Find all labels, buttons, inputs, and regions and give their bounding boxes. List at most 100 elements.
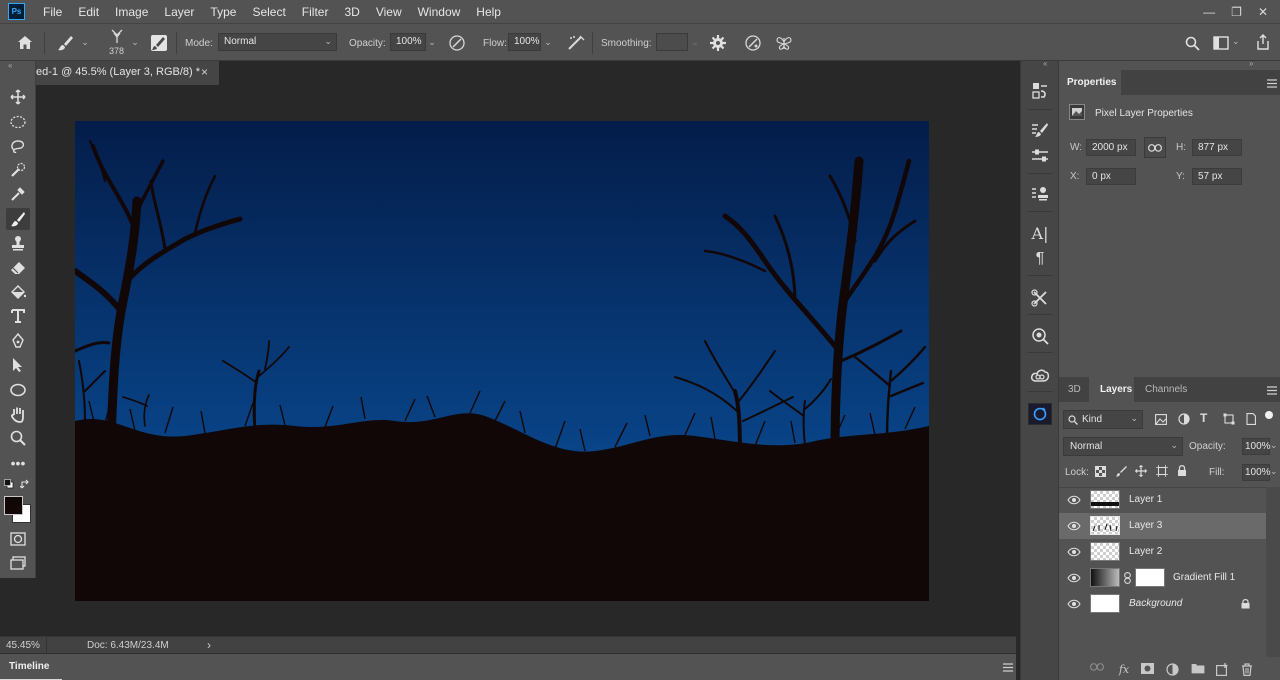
- menu-type[interactable]: Type: [202, 5, 244, 19]
- panel-menu-icon[interactable]: [1267, 79, 1277, 88]
- close-window-button[interactable]: ✕: [1258, 5, 1268, 19]
- more-tools-icon[interactable]: •••: [6, 452, 30, 474]
- swap-colors-icon[interactable]: [20, 479, 31, 490]
- layer-filter-select[interactable]: Kind ⌄: [1063, 410, 1143, 429]
- smoothing-dropdown-icon[interactable]: ⌄: [689, 33, 701, 51]
- fill-input[interactable]: 100%: [1242, 464, 1271, 481]
- close-tab-icon[interactable]: ×: [201, 65, 208, 79]
- visibility-eye-icon[interactable]: [1067, 520, 1081, 532]
- cc-sync-icon[interactable]: [1028, 403, 1052, 425]
- zoom-tool-icon[interactable]: [6, 427, 30, 449]
- menu-select[interactable]: Select: [244, 5, 293, 19]
- lock-image-pixels-icon[interactable]: [1115, 465, 1127, 477]
- navigator-icon[interactable]: [1028, 324, 1052, 348]
- menu-layer[interactable]: Layer: [156, 5, 202, 19]
- layers-scrollbar[interactable]: [1266, 487, 1280, 657]
- brush-preset-icon[interactable]: [56, 34, 74, 52]
- opacity-dropdown-icon[interactable]: ⌄: [426, 33, 438, 51]
- timeline-tab[interactable]: Timeline: [9, 661, 49, 672]
- layer-style-fx-icon[interactable]: fx: [1117, 663, 1131, 677]
- type-tool-icon[interactable]: [6, 305, 30, 327]
- layer-row-gradient-fill-1[interactable]: Gradient Fill 1: [1059, 565, 1266, 591]
- layer-name[interactable]: Layer 1: [1129, 494, 1162, 505]
- brush-preset-dropdown-icon[interactable]: ⌄: [79, 33, 91, 51]
- quick-selection-tool-icon[interactable]: [6, 159, 30, 181]
- layer-mask-thumbnail[interactable]: [1135, 568, 1165, 587]
- gear-icon[interactable]: [710, 35, 726, 51]
- menu-file[interactable]: File: [35, 5, 70, 19]
- layer-name[interactable]: Layer 2: [1129, 546, 1162, 557]
- toggle-brush-panel-icon[interactable]: [150, 34, 168, 52]
- visibility-eye-icon[interactable]: [1067, 494, 1081, 506]
- collapse-panels-icon[interactable]: »: [1249, 59, 1253, 68]
- layer-name[interactable]: Background: [1129, 598, 1182, 609]
- filter-toggle-switch[interactable]: [1265, 411, 1273, 419]
- layer-opacity-dropdown-icon[interactable]: ⌄: [1270, 440, 1278, 451]
- lock-transparent-pixels-icon[interactable]: [1095, 466, 1106, 477]
- eyedropper-tool-icon[interactable]: [6, 183, 30, 205]
- panel-menu-icon[interactable]: [1003, 663, 1013, 672]
- height-input[interactable]: 877 px: [1192, 139, 1242, 156]
- flow-dropdown-icon[interactable]: ⌄: [542, 33, 554, 51]
- collapse-toolbar-icon[interactable]: «: [8, 61, 12, 70]
- brush-size-dropdown-icon[interactable]: ⌄: [129, 33, 141, 51]
- hand-tool-icon[interactable]: [6, 403, 30, 425]
- brush-settings-icon[interactable]: [1028, 118, 1052, 142]
- filter-adjustment-icon[interactable]: [1178, 413, 1190, 425]
- workspace-dropdown-icon[interactable]: ⌄: [1232, 36, 1240, 47]
- visibility-eye-icon[interactable]: [1067, 572, 1081, 584]
- x-position-input[interactable]: 0 px: [1086, 168, 1136, 185]
- chain-link-icon[interactable]: [1124, 572, 1131, 584]
- history-icon[interactable]: [1028, 79, 1052, 103]
- menu-edit[interactable]: Edit: [70, 5, 107, 19]
- blend-mode-select[interactable]: Normal ⌄: [1063, 437, 1183, 456]
- artwork-canvas[interactable]: [75, 121, 929, 601]
- tab-channels[interactable]: Channels: [1137, 377, 1197, 402]
- filter-smart-object-icon[interactable]: [1246, 413, 1256, 425]
- default-colors-icon[interactable]: [4, 479, 14, 489]
- lasso-tool-icon[interactable]: [6, 135, 30, 157]
- menu-filter[interactable]: Filter: [294, 5, 337, 19]
- menu-3d[interactable]: 3D: [336, 5, 367, 19]
- ellipse-tool-icon[interactable]: [6, 379, 30, 401]
- new-group-folder-icon[interactable]: [1191, 663, 1205, 677]
- paint-bucket-tool-icon[interactable]: [6, 281, 30, 303]
- tab-3d[interactable]: 3D: [1059, 377, 1089, 402]
- adjustments-sliders-icon[interactable]: [1028, 144, 1052, 168]
- flow-input[interactable]: 100%: [508, 33, 541, 51]
- layer-name[interactable]: Gradient Fill 1: [1173, 572, 1235, 583]
- tab-layers[interactable]: Layers: [1089, 377, 1134, 402]
- quick-mask-icon[interactable]: [6, 528, 30, 550]
- layer-row-background[interactable]: Background: [1059, 591, 1266, 617]
- workspace-icon[interactable]: [1213, 36, 1229, 50]
- brush-size-tip-icon[interactable]: [108, 28, 126, 44]
- layer-name[interactable]: Layer 3: [1129, 520, 1162, 531]
- visibility-eye-icon[interactable]: [1067, 598, 1081, 610]
- lock-all-icon[interactable]: [1177, 464, 1187, 477]
- screen-mode-icon[interactable]: [6, 552, 30, 574]
- clone-source-icon[interactable]: [1028, 182, 1052, 206]
- filter-shape-icon[interactable]: [1223, 413, 1235, 425]
- layer-row-layer-2[interactable]: Layer 2: [1059, 539, 1266, 565]
- symmetry-butterfly-icon[interactable]: [775, 34, 793, 52]
- character-panel-icon[interactable]: A|: [1028, 221, 1052, 245]
- lock-artboard-icon[interactable]: [1156, 465, 1168, 477]
- collapse-dock-icon[interactable]: «: [1043, 59, 1047, 68]
- eraser-tool-icon[interactable]: [6, 257, 30, 279]
- add-mask-icon[interactable]: [1141, 663, 1155, 677]
- layer-row-layer-1[interactable]: Layer 1: [1059, 487, 1266, 513]
- new-layer-icon[interactable]: [1216, 663, 1230, 677]
- link-layers-icon[interactable]: [1090, 663, 1104, 677]
- mode-select[interactable]: Normal ⌄: [218, 33, 337, 51]
- filter-type-icon[interactable]: T: [1200, 411, 1207, 425]
- airbrush-icon[interactable]: [566, 34, 586, 52]
- brush-tool-icon[interactable]: [6, 208, 30, 230]
- zoom-level[interactable]: 45.45%: [6, 640, 40, 651]
- marquee-tool-icon[interactable]: [6, 111, 30, 133]
- new-adjustment-layer-icon[interactable]: [1166, 663, 1180, 677]
- tab-properties[interactable]: Properties: [1059, 70, 1121, 95]
- menu-help[interactable]: Help: [468, 5, 509, 19]
- menu-window[interactable]: Window: [410, 5, 469, 19]
- width-input[interactable]: 2000 px: [1086, 139, 1136, 156]
- pressure-opacity-icon[interactable]: [448, 34, 466, 52]
